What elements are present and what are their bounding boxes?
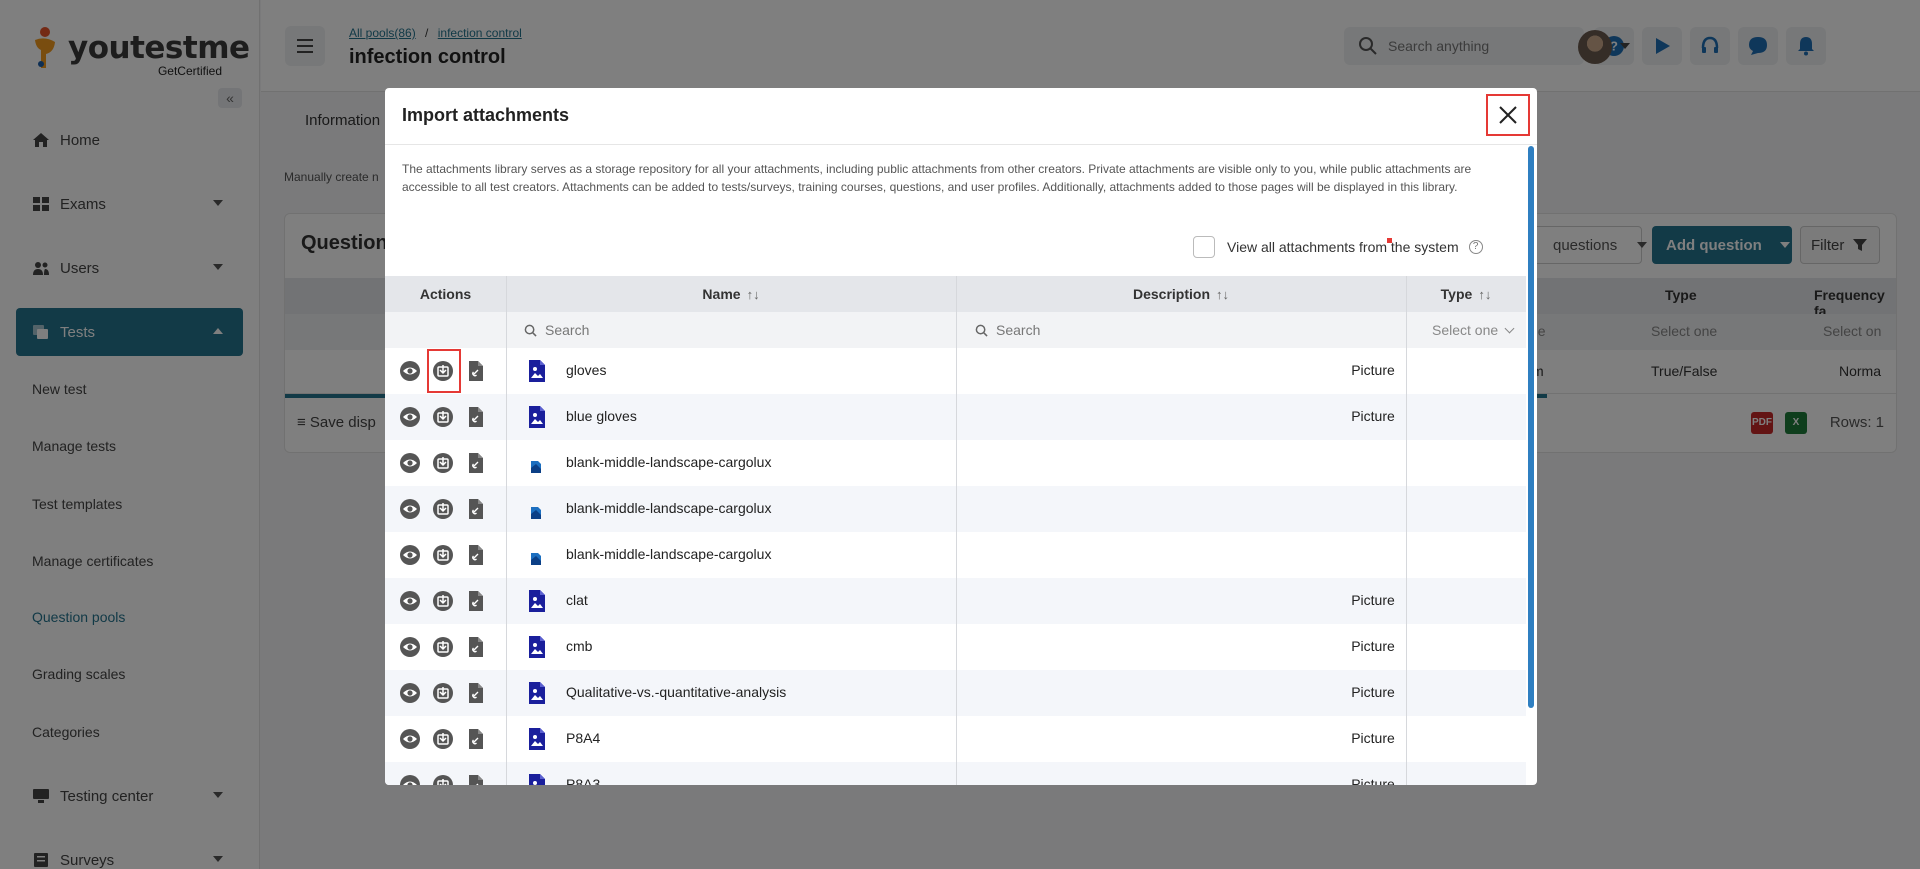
- picture-file-icon: [527, 773, 547, 785]
- preview-icon[interactable]: [399, 774, 421, 785]
- attach-document-icon[interactable]: [464, 728, 486, 750]
- search-icon: [524, 324, 537, 337]
- attachment-name: blue gloves: [566, 408, 637, 424]
- attach-document-icon[interactable]: [464, 682, 486, 704]
- picture-file-icon: [527, 727, 547, 751]
- picture-file-icon: [527, 681, 547, 705]
- dialog-title: Import attachments: [402, 105, 570, 125]
- attach-document-icon[interactable]: [464, 774, 486, 785]
- select-placeholder: Select one: [1432, 322, 1499, 338]
- import-icon[interactable]: [432, 498, 454, 520]
- attachment-type: Picture: [1351, 408, 1395, 424]
- attachment-name: blank-middle-landscape-cargolux: [566, 500, 772, 516]
- preview-icon[interactable]: [399, 544, 421, 566]
- attachment-name: cmb: [566, 638, 593, 654]
- sort-icon[interactable]: ↑↓: [1478, 287, 1491, 302]
- file-icon: [527, 451, 547, 475]
- attachment-name: P8A3: [566, 776, 601, 785]
- attachment-type: Picture: [1351, 362, 1395, 378]
- preview-icon[interactable]: [399, 406, 421, 428]
- column-header-description[interactable]: Description ↑↓: [956, 276, 1406, 312]
- import-icon[interactable]: [432, 728, 454, 750]
- column-header-type[interactable]: Type ↑↓: [1406, 276, 1526, 312]
- preview-icon[interactable]: [399, 728, 421, 750]
- search-placeholder: Search: [996, 322, 1041, 338]
- attachment-type: Picture: [1351, 776, 1395, 785]
- chevron-down-icon: [1504, 323, 1515, 333]
- import-icon[interactable]: [432, 544, 454, 566]
- type-filter-select[interactable]: Select one: [1432, 312, 1515, 348]
- preview-icon[interactable]: [399, 682, 421, 704]
- import-icon[interactable]: [432, 636, 454, 658]
- picture-file-icon: [527, 589, 547, 613]
- attachment-type: Picture: [1351, 730, 1395, 746]
- import-icon[interactable]: [432, 452, 454, 474]
- attach-document-icon[interactable]: [464, 636, 486, 658]
- close-icon: [1499, 106, 1517, 124]
- import-attachments-dialog: Import attachments The attachments libra…: [385, 88, 1537, 785]
- picture-file-icon: [527, 359, 547, 383]
- dialog-description: The attachments library serves as a stor…: [402, 162, 1472, 194]
- attach-document-icon[interactable]: [464, 452, 486, 474]
- import-icon[interactable]: [432, 682, 454, 704]
- import-icon[interactable]: [432, 590, 454, 612]
- column-header-name[interactable]: Name ↑↓: [506, 276, 956, 312]
- preview-icon[interactable]: [399, 590, 421, 612]
- attach-document-icon[interactable]: [464, 360, 486, 382]
- preview-icon[interactable]: [399, 360, 421, 382]
- name-search-input[interactable]: Search: [524, 312, 589, 348]
- column-header-label: Description: [1132, 286, 1210, 302]
- attachment-type: Picture: [1351, 638, 1395, 654]
- import-icon[interactable]: [432, 774, 454, 785]
- picture-file-icon: [527, 635, 547, 659]
- column-header-label: Actions: [419, 286, 472, 302]
- column-divider: [506, 276, 507, 785]
- search-placeholder: Search: [545, 322, 590, 338]
- attachment-name: clat: [566, 592, 588, 608]
- attach-document-icon[interactable]: [464, 590, 486, 612]
- scrollbar[interactable]: [1528, 146, 1534, 708]
- view-all-checkbox[interactable]: [1193, 236, 1215, 258]
- close-button[interactable]: [1486, 94, 1530, 136]
- column-divider: [1406, 276, 1407, 785]
- divider: [385, 144, 1537, 145]
- column-divider: [956, 276, 957, 785]
- sort-icon[interactable]: ↑↓: [747, 287, 760, 302]
- attachment-type: Picture: [1351, 684, 1395, 700]
- file-icon: [527, 497, 547, 521]
- import-icon[interactable]: [432, 406, 454, 428]
- attach-document-icon[interactable]: [464, 498, 486, 520]
- attachment-type: Picture: [1351, 592, 1395, 608]
- attachment-name: blank-middle-landscape-cargolux: [566, 454, 772, 470]
- preview-icon[interactable]: [399, 452, 421, 474]
- view-all-attachments-toggle[interactable]: View all attachments from the system ?: [1193, 236, 1483, 258]
- preview-icon[interactable]: [399, 498, 421, 520]
- attachment-name: Qualitative-vs.-quantitative-analysis: [566, 684, 787, 700]
- view-all-label: View all attachments from the system: [1227, 239, 1459, 255]
- column-header-label: Name: [702, 286, 741, 302]
- attachment-name: blank-middle-landscape-cargolux: [566, 546, 772, 562]
- description-search-input[interactable]: Search: [975, 312, 1040, 348]
- attach-document-icon[interactable]: [464, 406, 486, 428]
- picture-file-icon: [527, 405, 547, 429]
- attachment-name: gloves: [566, 362, 607, 378]
- sort-icon[interactable]: ↑↓: [1216, 287, 1229, 302]
- info-icon[interactable]: ?: [1468, 240, 1483, 254]
- search-icon: [975, 324, 988, 337]
- column-header-actions: Actions: [385, 276, 506, 312]
- file-icon: [527, 543, 547, 567]
- column-header-label: Type: [1440, 286, 1473, 302]
- preview-icon[interactable]: [399, 636, 421, 658]
- attachment-name: P8A4: [566, 730, 601, 746]
- attach-document-icon[interactable]: [464, 544, 486, 566]
- highlight-box: [427, 349, 461, 393]
- cursor-marker: [1387, 238, 1392, 243]
